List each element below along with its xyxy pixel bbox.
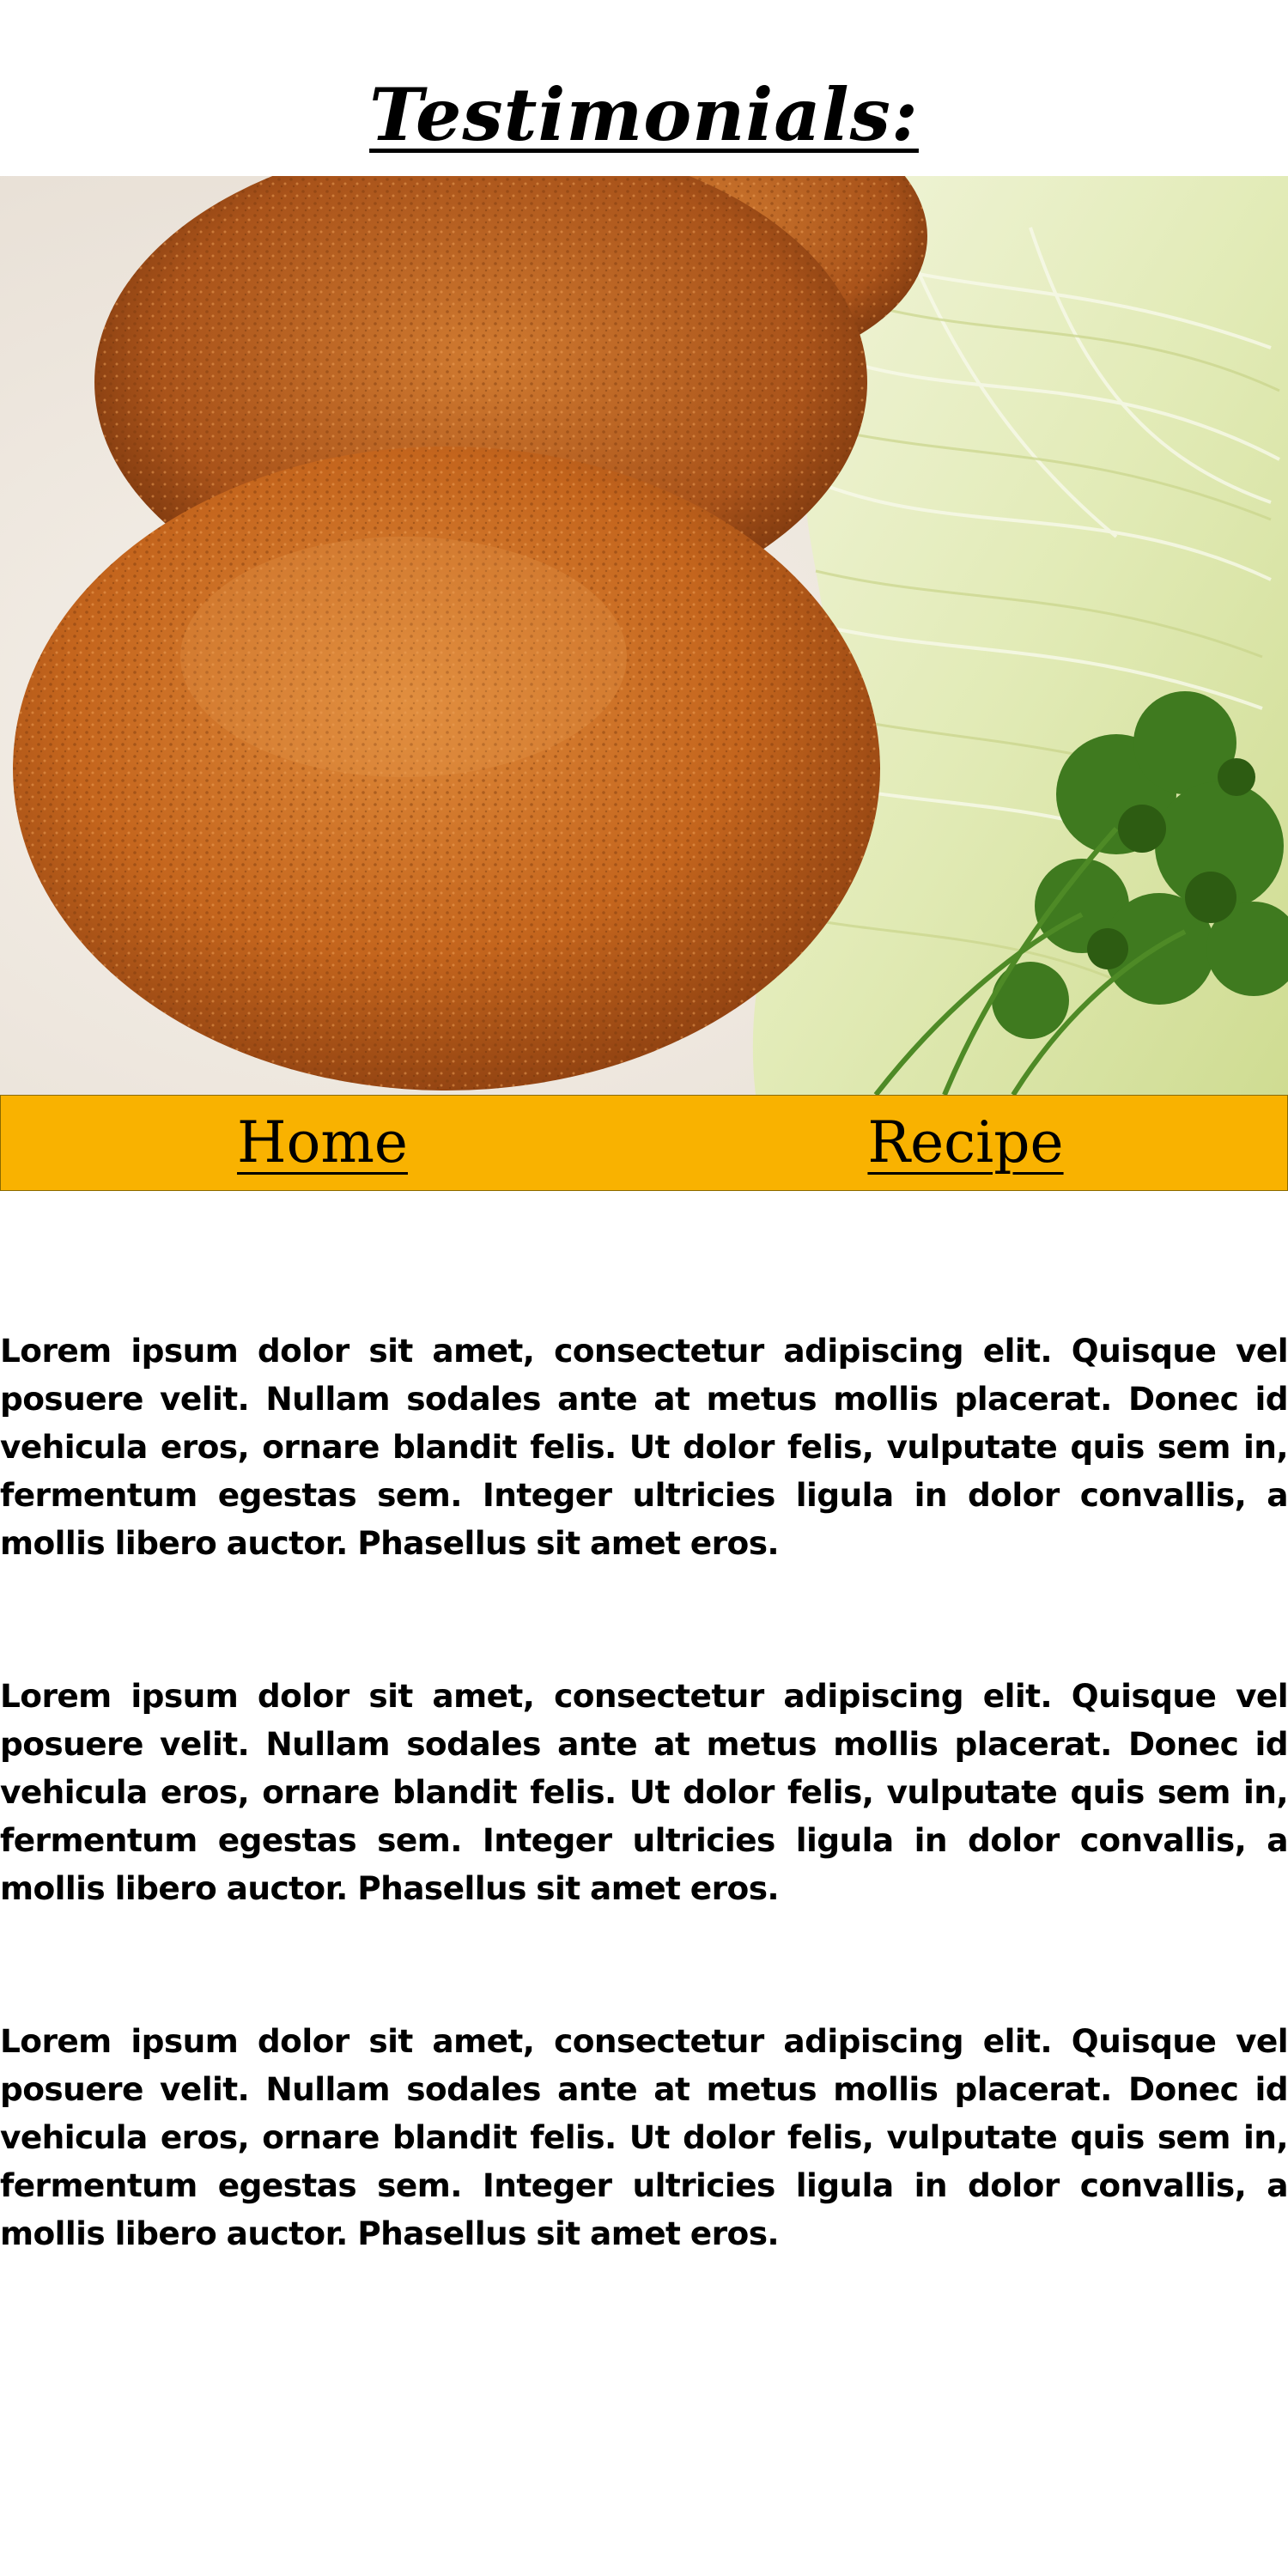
hero-image bbox=[0, 176, 1288, 1095]
nav-link-recipe[interactable]: Recipe bbox=[867, 1115, 1063, 1171]
page-title: Testimonials: bbox=[369, 72, 919, 157]
testimonial-text: Lorem ipsum dolor sit amet, consectetur … bbox=[0, 1677, 1288, 1907]
testimonials-list: Lorem ipsum dolor sit amet, consectetur … bbox=[0, 1327, 1288, 2362]
nav-link-home[interactable]: Home bbox=[237, 1115, 408, 1171]
page: Testimonials: Home Recipe Lorem ipsum do… bbox=[0, 0, 1288, 2576]
nav-cell-recipe: Recipe bbox=[644, 1096, 1287, 1190]
nav-bar: Home Recipe bbox=[0, 1095, 1288, 1191]
page-header: Testimonials: bbox=[0, 79, 1288, 151]
croquette-food-photo bbox=[0, 176, 1288, 1095]
testimonial-text: Lorem ipsum dolor sit amet, consectetur … bbox=[0, 2022, 1288, 2252]
nav-cell-home: Home bbox=[1, 1096, 644, 1190]
testimonial-text: Lorem ipsum dolor sit amet, consectetur … bbox=[0, 1332, 1288, 1562]
